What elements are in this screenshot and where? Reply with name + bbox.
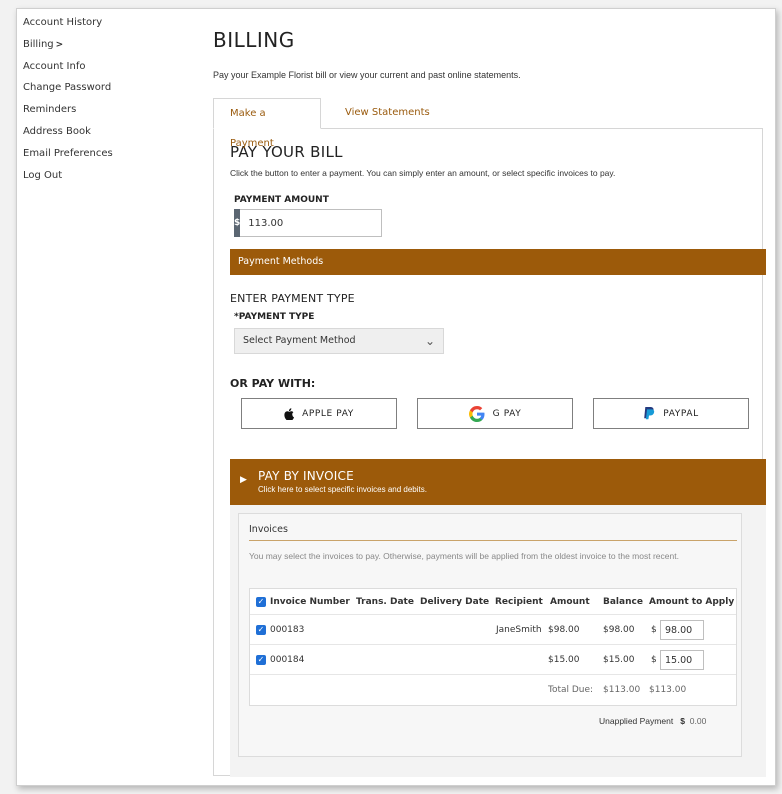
triangle-right-icon: ▶ <box>240 475 247 485</box>
table-header-row: ✓ Invoice Number Trans. Date Delivery Dat… <box>250 589 736 615</box>
sidebar-item-change-password[interactable]: Change Password <box>23 79 173 101</box>
pay-by-invoice-title: PAY BY INVOICE <box>258 469 354 483</box>
table-row: ✓ 000184 $15.00 $15.00 $ <box>250 645 736 675</box>
header-amount-to-apply: Amount to Apply <box>649 597 735 607</box>
invoices-title: Invoices <box>249 524 288 535</box>
sidebar-nav: Account History Billing > Account Info Ch… <box>23 14 173 188</box>
recipient-cell: JaneSmith <box>496 625 542 635</box>
invoice-number-cell: ✓ 000184 <box>256 645 304 675</box>
sidebar-item-log-out[interactable]: Log Out <box>23 167 173 189</box>
amount-cell: $98.00 <box>548 625 580 635</box>
unapplied-payment: Unapplied Payment $ 0.00 <box>599 716 706 726</box>
pay-by-invoice-subtitle: Click here to select specific invoices a… <box>258 485 427 494</box>
pay-bill-subtitle: Click the button to enter a payment. You… <box>230 168 616 178</box>
sidebar-item-billing[interactable]: Billing > <box>23 36 173 58</box>
invoices-note: You may select the invoices to pay. Othe… <box>249 551 679 561</box>
paypal-label: PAYPAL <box>663 408 699 419</box>
sidebar-item-label: Reminders <box>23 104 77 116</box>
sidebar-item-reminders[interactable]: Reminders <box>23 101 173 123</box>
payment-methods-bar: Payment Methods <box>230 249 766 275</box>
chevron-down-icon: ⌄ <box>424 334 435 348</box>
tab-view-statements[interactable]: View Statements <box>329 98 446 129</box>
header-invoice-number: ✓ Invoice Number <box>256 589 350 615</box>
invoice-checkbox[interactable]: ✓ <box>256 654 266 665</box>
total-due-balance: $113.00 <box>603 685 641 695</box>
payment-amount-input[interactable] <box>240 209 383 237</box>
apply-currency: $ <box>651 655 657 665</box>
header-trans-date: Trans. Date <box>356 597 414 607</box>
tab-panel: PAY YOUR BILL Click the button to enter … <box>213 128 766 777</box>
paypal-icon <box>643 407 655 420</box>
tab-make-a-payment[interactable]: Make a Payment <box>213 98 321 149</box>
sidebar-item-label: Email Preferences <box>23 147 113 159</box>
invoice-number-cell: ✓ 000183 <box>256 615 304 645</box>
total-due-label: Total Due: <box>548 685 594 695</box>
sidebar-item-label: Account Info <box>23 60 86 72</box>
sidebar-item-address-book[interactable]: Address Book <box>23 123 173 145</box>
enter-payment-type-title: ENTER PAYMENT TYPE <box>230 292 355 305</box>
apple-icon <box>284 407 295 420</box>
payment-type-select[interactable]: Select Payment Method ⌄ <box>234 328 444 354</box>
header-delivery-date: Delivery Date <box>420 597 490 607</box>
sidebar-item-account-history[interactable]: Account History <box>23 14 173 36</box>
google-pay-button[interactable]: G PAY <box>417 398 573 429</box>
payment-amount-group: $ <box>234 209 383 237</box>
amount-to-apply-input[interactable] <box>660 650 704 670</box>
amount-cell: $15.00 <box>548 655 580 665</box>
invoice-checkbox[interactable]: ✓ <box>256 624 266 635</box>
google-icon <box>468 405 485 422</box>
google-pay-label: G PAY <box>492 408 522 419</box>
balance-cell: $15.00 <box>603 655 635 665</box>
apple-pay-label: APPLE PAY <box>302 408 354 419</box>
sidebar-item-account-info[interactable]: Account Info <box>23 58 173 80</box>
unapplied-currency: $ <box>680 716 686 726</box>
chevron-right-icon: > <box>55 39 64 50</box>
header-recipient: Recipient <box>495 597 543 607</box>
payment-type-label: *PAYMENT TYPE <box>234 312 315 322</box>
select-all-checkbox[interactable]: ✓ <box>256 596 266 607</box>
sidebar-item-label: Log Out <box>23 169 63 181</box>
column-label: Invoice Number <box>270 597 350 607</box>
balance-cell: $98.00 <box>603 625 635 635</box>
sidebar-item-email-preferences[interactable]: Email Preferences <box>23 145 173 167</box>
paypal-button[interactable]: PAYPAL <box>593 398 749 429</box>
sidebar-item-label: Address Book <box>23 125 91 137</box>
or-pay-with-label: OR PAY WITH: <box>230 377 316 390</box>
page-title: BILLING <box>213 28 295 52</box>
unapplied-label: Unapplied Payment <box>599 716 674 726</box>
invoices-table: ✓ Invoice Number Trans. Date Delivery Dat… <box>249 588 737 706</box>
invoice-area: Invoices You may select the invoices to … <box>230 505 766 777</box>
sidebar-item-label: Account History <box>23 17 103 28</box>
apple-pay-button[interactable]: APPLE PAY <box>241 398 397 429</box>
header-balance: Balance <box>603 597 643 607</box>
total-due-apply: $113.00 <box>649 685 687 695</box>
tab-bar: Make a Payment View Statements <box>213 98 763 149</box>
unapplied-value: 0.00 <box>689 716 707 726</box>
divider <box>249 540 737 541</box>
invoice-number: 000184 <box>270 655 305 665</box>
table-total-row: Total Due: $113.00 $113.00 <box>250 675 736 705</box>
payment-amount-label: PAYMENT AMOUNT <box>234 195 329 205</box>
page-intro: Pay your Example Florist bill or view yo… <box>213 70 521 80</box>
sidebar-item-label: Change Password <box>23 82 112 94</box>
main-content: BILLING Pay your Example Florist bill or… <box>213 28 766 777</box>
table-row: ✓ 000183 JaneSmith $98.00 $98.00 $ <box>250 615 736 645</box>
payment-type-selected: Select Payment Method <box>243 335 356 346</box>
amount-to-apply-input[interactable] <box>660 620 704 640</box>
pay-by-invoice-toggle[interactable]: ▶ PAY BY INVOICE Click here to select sp… <box>230 459 766 505</box>
apply-currency: $ <box>651 625 657 635</box>
header-amount: Amount <box>550 597 590 607</box>
invoice-number: 000183 <box>270 625 305 635</box>
sidebar-item-label: Billing <box>23 38 54 50</box>
